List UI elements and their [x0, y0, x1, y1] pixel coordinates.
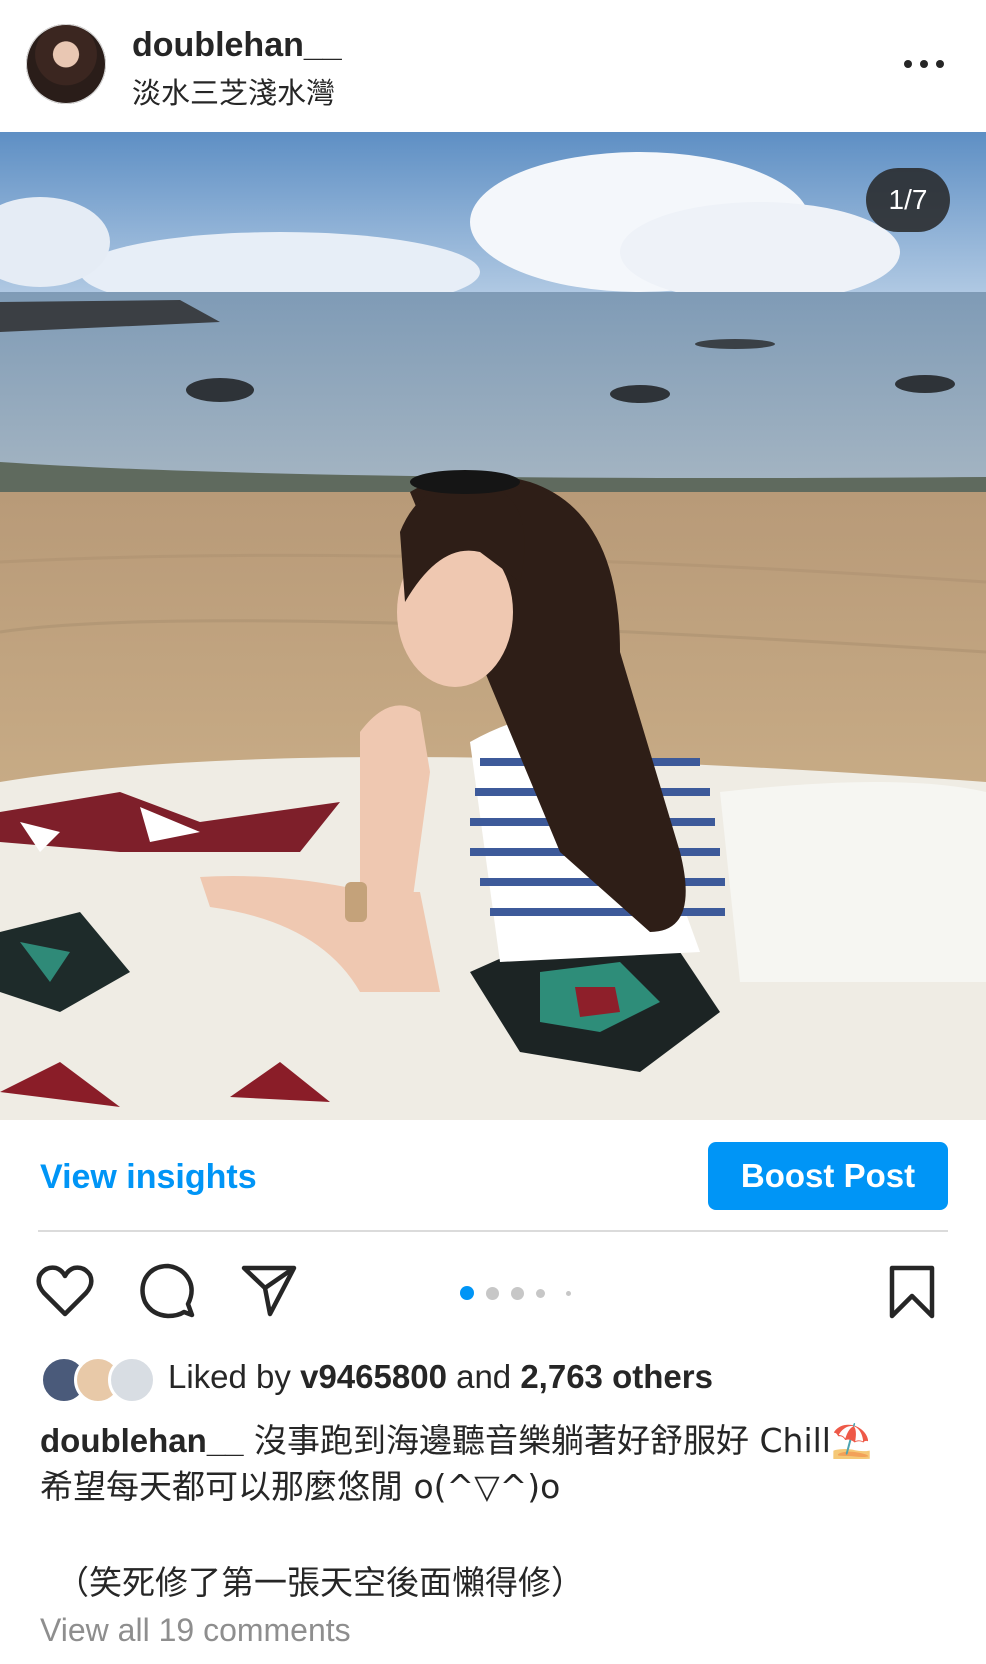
- carousel-dot: [486, 1287, 499, 1300]
- carousel-dot: [566, 1291, 571, 1296]
- more-options-button[interactable]: [900, 48, 960, 78]
- bookmark-icon: [889, 1265, 935, 1319]
- carousel-dot: [536, 1289, 545, 1298]
- share-button[interactable]: [240, 1264, 298, 1323]
- caption-username[interactable]: doublehan__: [40, 1422, 244, 1459]
- likes-count[interactable]: 2,763 others: [520, 1358, 713, 1395]
- view-insights-link[interactable]: View insights: [40, 1158, 257, 1197]
- heart-icon: [36, 1265, 94, 1317]
- caption-line1: 沒事跑到海邊聽音樂躺著好舒服好 Chill⛱️: [243, 1421, 873, 1460]
- liker-avatar: [108, 1356, 156, 1404]
- carousel-indicator: [460, 1286, 580, 1302]
- caption-line2: 希望每天都可以那麼悠閒 o(^▽^)o: [40, 1467, 561, 1506]
- post-header: doublehan__ 淡水三芝淺水灣: [0, 0, 986, 132]
- more-dot: [920, 60, 928, 68]
- caption-note: （笑死修了第一張天空後面懶得修）: [56, 1563, 584, 1602]
- post-caption: doublehan__ 沒事跑到海邊聽音樂躺著好舒服好 Chill⛱️ 希望每天…: [40, 1418, 950, 1510]
- more-horizontal-icon: [904, 60, 912, 68]
- likes-row: Liked by v9465800 and 2,763 others: [40, 1356, 940, 1404]
- comment-icon: [140, 1263, 195, 1319]
- more-dot: [936, 60, 944, 68]
- comment-button[interactable]: [138, 1262, 196, 1325]
- save-button[interactable]: [888, 1264, 936, 1325]
- carousel-dot-active: [460, 1286, 474, 1300]
- boost-post-button[interactable]: Boost Post: [708, 1142, 948, 1210]
- likes-text[interactable]: Liked by v9465800 and 2,763 others: [168, 1358, 713, 1396]
- profile-avatar[interactable]: [26, 24, 106, 104]
- post-location[interactable]: 淡水三芝淺水灣: [132, 70, 335, 112]
- view-comments-link[interactable]: View all 19 comments: [40, 1612, 351, 1649]
- beach-photo: [0, 132, 986, 1120]
- post-photo[interactable]: 1/7: [0, 132, 986, 1120]
- post-username[interactable]: doublehan__: [132, 26, 342, 65]
- liker-username[interactable]: v9465800: [300, 1358, 447, 1395]
- divider: [38, 1230, 948, 1232]
- share-icon: [241, 1265, 297, 1317]
- carousel-dot: [511, 1287, 524, 1300]
- likes-prefix: Liked by: [168, 1358, 301, 1395]
- likes-middle: and: [446, 1358, 521, 1395]
- photo-counter: 1/7: [866, 168, 950, 232]
- like-button[interactable]: [36, 1264, 94, 1323]
